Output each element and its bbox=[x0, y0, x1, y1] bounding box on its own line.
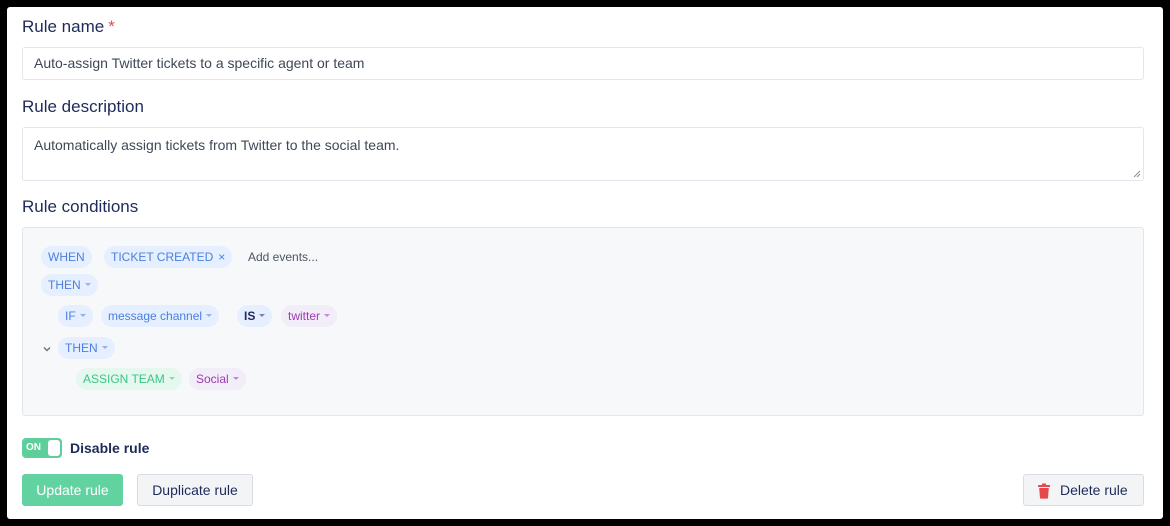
chevron-down-icon[interactable] bbox=[41, 343, 53, 355]
caret-down-icon bbox=[324, 314, 331, 318]
add-events-input[interactable]: Add events... bbox=[248, 246, 318, 268]
rule-description-textarea[interactable]: Automatically assign tickets from Twitte… bbox=[22, 127, 1144, 181]
operator-dropdown[interactable]: IS bbox=[237, 305, 273, 327]
rule-name-label: Rule name * bbox=[22, 17, 115, 37]
required-marker: * bbox=[108, 17, 115, 36]
when-label: WHEN bbox=[48, 250, 85, 264]
rule-description-label: Rule description bbox=[22, 97, 144, 116]
caret-down-icon bbox=[101, 346, 108, 350]
event-chip-label: TICKET CREATED bbox=[111, 250, 214, 264]
action-dropdown[interactable]: ASSIGN TEAM bbox=[76, 368, 182, 390]
rule-name-label-text: Rule name bbox=[22, 17, 105, 36]
caret-down-icon bbox=[206, 314, 213, 318]
toggle-knob bbox=[48, 440, 60, 456]
caret-down-icon bbox=[79, 314, 86, 318]
rule-name-input[interactable]: Auto-assign Twitter tickets to a specifi… bbox=[22, 47, 1144, 80]
value-label: twitter bbox=[288, 309, 321, 323]
if-dropdown[interactable]: IF bbox=[58, 305, 93, 327]
disable-rule-toggle[interactable]: ON bbox=[22, 438, 62, 458]
toggle-state-text: ON bbox=[26, 442, 41, 453]
field-dropdown[interactable]: message channel bbox=[101, 305, 220, 327]
trash-icon bbox=[1038, 483, 1050, 499]
rule-conditions-label: Rule conditions bbox=[22, 197, 139, 216]
action-label: ASSIGN TEAM bbox=[83, 372, 165, 386]
disable-rule-label: Disable rule bbox=[70, 440, 150, 456]
caret-down-icon bbox=[232, 377, 239, 381]
nested-then-label: THEN bbox=[65, 341, 98, 355]
if-label: IF bbox=[65, 309, 76, 323]
caret-down-icon bbox=[259, 314, 266, 318]
caret-down-icon bbox=[168, 377, 175, 381]
action-value-dropdown[interactable]: Social bbox=[189, 368, 246, 390]
action-value-label: Social bbox=[196, 372, 229, 386]
then-dropdown[interactable]: THEN bbox=[41, 274, 98, 296]
field-label: message channel bbox=[108, 309, 203, 323]
value-dropdown[interactable]: twitter bbox=[281, 305, 338, 327]
delete-rule-button[interactable]: Delete rule bbox=[1023, 474, 1144, 506]
when-chip: WHEN bbox=[41, 246, 92, 268]
operator-label: IS bbox=[244, 309, 256, 323]
update-rule-button[interactable]: Update rule bbox=[22, 474, 123, 506]
nested-then-dropdown[interactable]: THEN bbox=[58, 337, 115, 359]
rule-conditions-builder: WHEN TICKET CREATED × Add events... THEN … bbox=[22, 227, 1144, 416]
delete-rule-label: Delete rule bbox=[1060, 482, 1128, 498]
rule-description-text: Automatically assign tickets from Twitte… bbox=[34, 137, 400, 153]
resize-grip-icon[interactable] bbox=[1133, 170, 1141, 178]
rule-editor-panel: Rule name * Auto-assign Twitter tickets t… bbox=[7, 7, 1163, 519]
duplicate-rule-button[interactable]: Duplicate rule bbox=[137, 474, 253, 506]
then-label: THEN bbox=[48, 278, 81, 292]
caret-down-icon bbox=[84, 283, 91, 287]
event-chip-ticket-created[interactable]: TICKET CREATED × bbox=[104, 246, 233, 268]
close-icon[interactable]: × bbox=[218, 250, 225, 264]
